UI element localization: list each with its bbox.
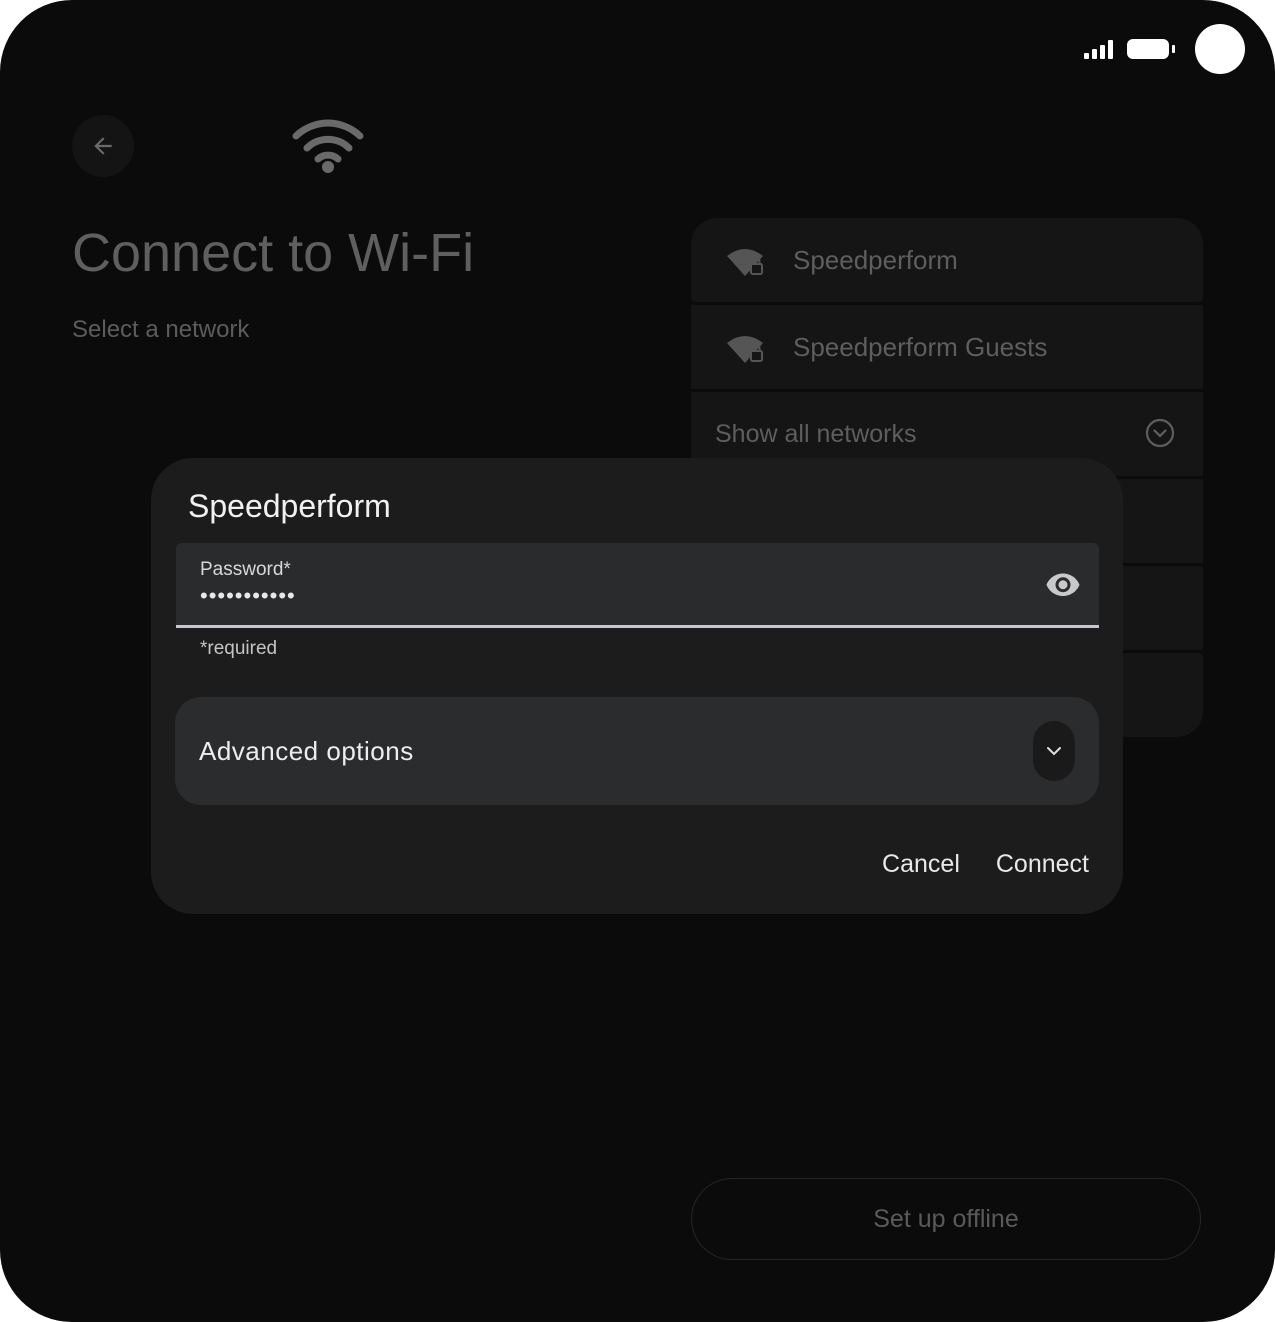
network-item[interactable]: Speedperform Guests: [691, 305, 1203, 389]
back-button[interactable]: [72, 115, 134, 177]
connect-button[interactable]: Connect: [996, 850, 1089, 879]
password-label: Password*: [200, 559, 291, 580]
page-title: Connect to Wi-Fi: [72, 223, 475, 283]
show-all-label: Show all networks: [715, 419, 917, 448]
advanced-options-toggle[interactable]: [1033, 721, 1075, 781]
password-field[interactable]: Password* •••••••••••: [176, 543, 1099, 628]
chevron-down-circle-icon: [1145, 418, 1175, 448]
wifi-lock-icon: [727, 249, 763, 276]
advanced-options-expander[interactable]: Advanced options: [175, 697, 1099, 805]
chevron-down-icon: [1047, 747, 1061, 756]
advanced-options-label: Advanced options: [199, 736, 414, 766]
helper-text: *required: [200, 638, 278, 659]
network-name: Speedperform: [793, 244, 958, 275]
device-screen: Connect to Wi-Fi Select a network Speedp…: [0, 0, 1275, 1322]
network-name: Speedperform Guests: [793, 331, 1048, 362]
wifi-lock-icon: [727, 336, 763, 363]
page-subtitle: Select a network: [72, 316, 250, 343]
set-up-offline-button[interactable]: Set up offline: [691, 1178, 1201, 1260]
wifi-password-dialog: Speedperform Password* ••••••••••• *requ…: [151, 458, 1123, 914]
password-input[interactable]: •••••••••••: [200, 583, 296, 609]
wifi-icon: [292, 119, 364, 173]
network-item[interactable]: Speedperform: [691, 218, 1203, 302]
show-password-icon[interactable]: [1045, 569, 1081, 599]
cancel-button[interactable]: Cancel: [882, 850, 960, 879]
battery-icon: [1127, 39, 1175, 59]
dialog-actions: Cancel Connect: [882, 850, 1089, 879]
status-bar: [1084, 24, 1245, 74]
front-camera: [1195, 24, 1245, 74]
cellular-signal-icon: [1084, 39, 1113, 59]
dialog-title: Speedperform: [188, 488, 391, 524]
arrow-left-icon: [94, 137, 112, 155]
